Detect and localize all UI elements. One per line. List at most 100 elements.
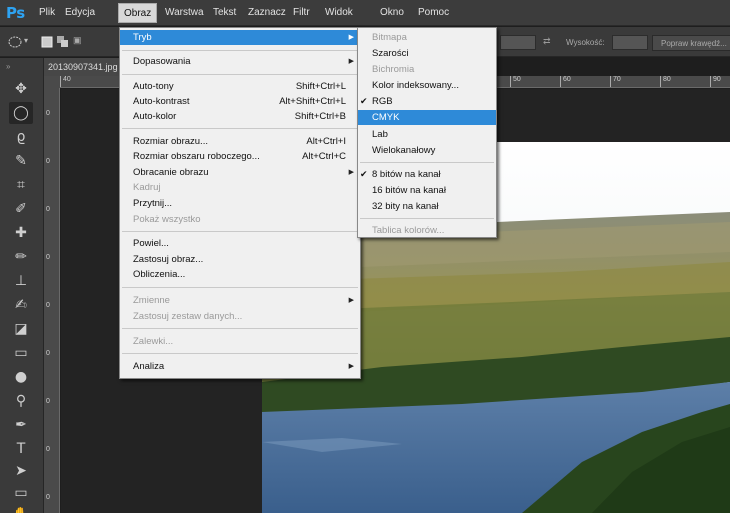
menu-separator — [360, 218, 494, 219]
eyedropper-tool-icon[interactable]: ✐ — [9, 198, 33, 220]
menu-item-auto-kolor[interactable]: Auto-kolor Shift+Ctrl+B — [120, 109, 360, 124]
menu-item-label: Zastosuj zestaw danych... — [133, 311, 243, 322]
ruler-tick: 90 — [710, 76, 721, 87]
lasso-tool-icon[interactable]: ϱ — [9, 126, 33, 148]
ruler-tick: 0 — [46, 254, 50, 261]
menu-item-label: Powiel... — [133, 238, 169, 249]
quick-selection-tool-icon[interactable]: ✎ — [9, 150, 33, 172]
width-field[interactable] — [500, 35, 536, 50]
menu-item-label: Zmienne — [133, 295, 170, 306]
menu-obraz[interactable]: Obraz — [118, 3, 158, 23]
menu-item-shortcut: Alt+Ctrl+C — [302, 151, 346, 162]
collapse-icon[interactable]: » — [6, 62, 10, 71]
submenu-arrow-icon: ▶ — [348, 297, 354, 304]
eraser-tool-icon[interactable]: ◪ — [9, 318, 33, 340]
submenu-item-tablica-kolorow[interactable]: Tablica kolorów... — [358, 223, 496, 238]
elliptical-marquee-tool-icon[interactable]: ◯ — [9, 102, 33, 124]
menu-item-obliczenia[interactable]: Obliczenia... — [120, 267, 360, 282]
menu-item-pokaz-wszystko[interactable]: Pokaż wszystko — [120, 212, 360, 227]
menu-pomoc[interactable]: Pomoc — [418, 7, 449, 23]
swap-icon[interactable]: ⇄ — [543, 36, 551, 47]
menu-item-label: Przytnij... — [133, 198, 173, 209]
menu-item-label: Pokaż wszystko — [133, 214, 201, 225]
obraz-dropdown-menu: Tryb ▶ Dopasowania ▶ Auto-tony Shift+Ctr… — [119, 27, 361, 379]
new-selection-icon[interactable] — [40, 35, 54, 49]
spot-healing-tool-icon[interactable]: ✚ — [9, 222, 33, 244]
submenu-item-cmyk[interactable]: CMYK — [358, 110, 496, 125]
dodge-tool-icon[interactable]: ⚲ — [9, 390, 33, 412]
submenu-item-lab[interactable]: Lab — [358, 127, 496, 142]
history-brush-tool-icon[interactable]: ✍ — [9, 294, 33, 316]
menu-item-zastosuj-zestaw[interactable]: Zastosuj zestaw danych... — [120, 309, 360, 324]
path-selection-tool-icon[interactable]: ➤ — [9, 460, 33, 482]
move-tool-icon[interactable]: ✥ — [9, 78, 33, 100]
menu-item-label: Rozmiar obrazu... — [133, 136, 208, 147]
menu-item-tryb[interactable]: Tryb ▶ — [120, 30, 360, 45]
menu-item-label: Obracanie obrazu — [133, 167, 209, 178]
crop-tool-icon[interactable]: ⌗ — [9, 174, 33, 196]
menu-item-analiza[interactable]: Analiza ▶ — [120, 359, 360, 374]
submenu-item-bichromia[interactable]: Bichromia — [358, 62, 496, 77]
menu-item-label: Kadruj — [133, 182, 161, 193]
submenu-arrow-icon: ▶ — [348, 169, 354, 176]
tools-panel: » ✥ ◯ ϱ ✎ ⌗ ✐ ✚ ✏ ⊥ ✍ ◪ ▭ ● ⚲ ✒ T ➤ ▭ ✋ — [0, 58, 44, 513]
menu-item-rozmiar-obszaru[interactable]: Rozmiar obszaru roboczego... Alt+Ctrl+C — [120, 149, 360, 164]
menu-item-auto-tony[interactable]: Auto-tony Shift+Ctrl+L — [120, 79, 360, 94]
menu-warstwa[interactable]: Warstwa — [165, 7, 204, 23]
pen-tool-icon[interactable]: ✒ — [9, 414, 33, 436]
submenu-item-label: 16 bitów na kanał — [372, 185, 446, 196]
menu-item-rozmiar-obrazu[interactable]: Rozmiar obrazu... Alt+Ctrl+I — [120, 134, 360, 149]
ruler-tick: 0 — [46, 110, 50, 117]
menu-item-dopasowania[interactable]: Dopasowania ▶ — [120, 54, 360, 69]
hand-tool-icon[interactable]: ✋ — [9, 504, 33, 513]
gradient-tool-icon[interactable]: ▭ — [9, 342, 33, 364]
menu-separator — [122, 328, 358, 329]
type-tool-icon[interactable]: T — [9, 438, 33, 460]
ellipse-marquee-icon[interactable] — [8, 35, 22, 49]
ruler-corner — [44, 76, 60, 88]
menu-okno[interactable]: Okno — [380, 7, 404, 23]
menu-bar: Ps Plik Edycja Obraz Warstwa Tekst Zazna… — [0, 0, 730, 26]
menu-item-przytnij[interactable]: Przytnij... — [120, 196, 360, 211]
menu-item-obracanie-obrazu[interactable]: Obracanie obrazu ▶ — [120, 165, 360, 180]
clone-stamp-tool-icon[interactable]: ⊥ — [9, 270, 33, 292]
submenu-item-szarosci[interactable]: Szarości — [358, 46, 496, 61]
menu-zaznacz[interactable]: Zaznacz — [248, 7, 286, 23]
submenu-item-wielokanalowy[interactable]: Wielokanałowy — [358, 143, 496, 158]
height-field[interactable] — [612, 35, 648, 50]
rectangle-tool-icon[interactable]: ▭ — [9, 482, 33, 504]
menu-item-zastosuj-obraz[interactable]: Zastosuj obraz... — [120, 252, 360, 267]
tool-preset-dropdown-icon[interactable]: ▾ — [24, 36, 28, 45]
menu-item-label: Zastosuj obraz... — [133, 254, 204, 265]
submenu-item-rgb[interactable]: ✔ RGB — [358, 94, 496, 109]
refine-edge-button[interactable]: Popraw krawędź... — [652, 35, 730, 51]
document-tab[interactable]: 20130907341.jpg — [44, 58, 124, 76]
menu-tekst[interactable]: Tekst — [213, 7, 236, 23]
submenu-item-bitmapa[interactable]: Bitmapa — [358, 30, 496, 45]
menu-item-kadruj[interactable]: Kadruj — [120, 180, 360, 195]
submenu-item-label: 32 bity na kanał — [372, 201, 439, 212]
submenu-item-label: 8 bitów na kanał — [372, 169, 441, 180]
submenu-item-16-bit[interactable]: 16 bitów na kanał — [358, 183, 496, 198]
menu-item-powiel[interactable]: Powiel... — [120, 236, 360, 251]
blur-tool-icon[interactable]: ● — [9, 366, 33, 388]
menu-item-auto-kontrast[interactable]: Auto-kontrast Alt+Shift+Ctrl+L — [120, 94, 360, 109]
menu-separator — [122, 128, 358, 129]
submenu-item-kolor-indeksowany[interactable]: Kolor indeksowany... — [358, 78, 496, 93]
menu-edycja[interactable]: Edycja — [65, 7, 95, 23]
submenu-item-8-bit[interactable]: ✔ 8 bitów na kanał — [358, 167, 496, 182]
submenu-item-32-bit[interactable]: 32 bity na kanał — [358, 199, 496, 214]
submenu-item-label: Wielokanałowy — [372, 145, 436, 156]
add-to-selection-icon[interactable] — [56, 35, 70, 49]
ruler-tick: 0 — [46, 206, 50, 213]
brush-tool-icon[interactable]: ✏ — [9, 246, 33, 268]
menu-item-zalewki[interactable]: Zalewki... — [120, 334, 360, 349]
subtract-selection-icon[interactable]: ▣ — [73, 35, 82, 46]
menu-plik[interactable]: Plik — [39, 7, 55, 23]
submenu-item-label: CMYK — [372, 112, 400, 123]
submenu-item-label: Tablica kolorów... — [372, 225, 445, 236]
ruler-tick: 0 — [46, 446, 50, 453]
menu-widok[interactable]: Widok — [325, 7, 353, 23]
menu-filtr[interactable]: Filtr — [293, 7, 310, 23]
menu-item-zmienne[interactable]: Zmienne ▶ — [120, 293, 360, 308]
